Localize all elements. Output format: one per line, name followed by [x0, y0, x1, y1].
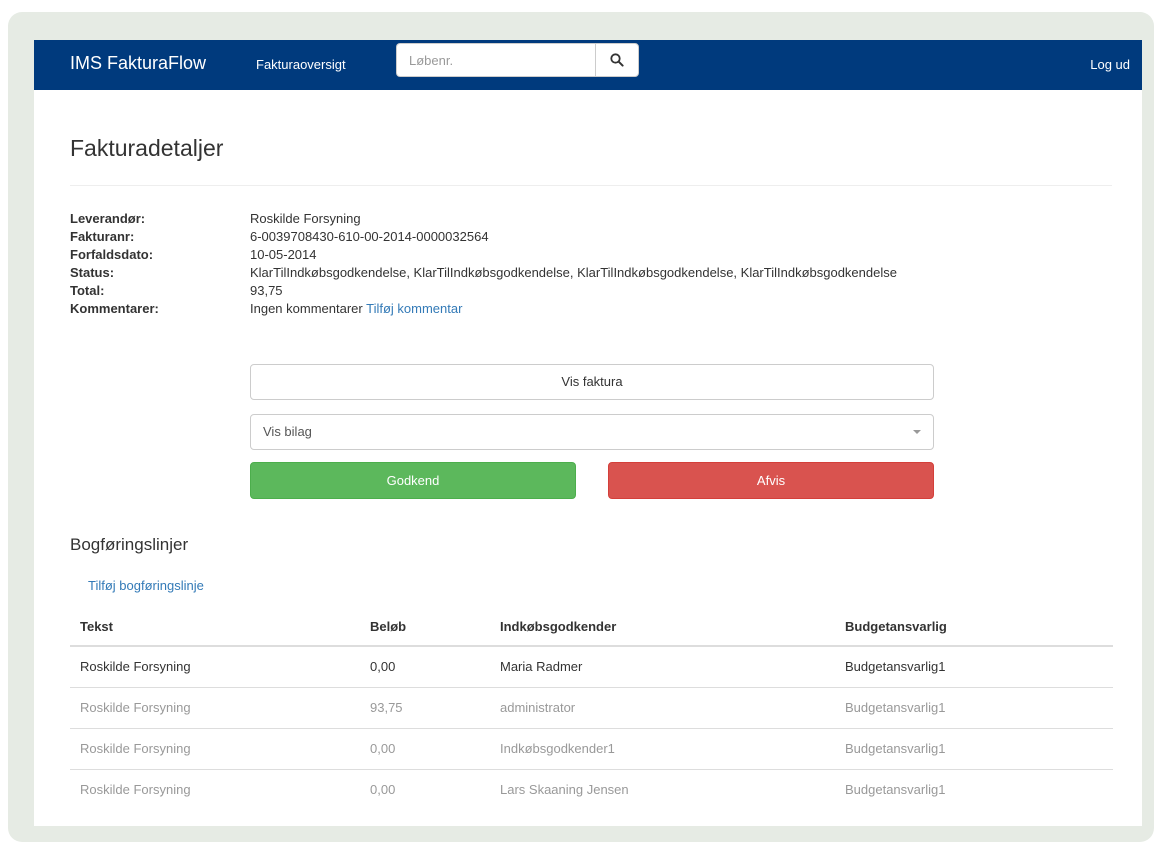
search-icon	[610, 53, 624, 67]
cell-amount: 0,00	[360, 728, 490, 770]
cell-budget-owner: Budgetansvarlig1	[845, 782, 946, 798]
supplier-label: Leverandør:	[70, 211, 146, 226]
add-posting-line-link[interactable]: Tilføj bogføringslinje	[88, 577, 204, 595]
column-header-amount: Beløb	[360, 607, 490, 647]
cell-purchase-approver: Maria Radmer	[490, 646, 835, 688]
add-comment-link[interactable]: Tilføj kommentar	[366, 301, 462, 316]
cell-amount: 93,75	[360, 687, 490, 729]
table-row[interactable]: Roskilde Forsyning 0,00 Lars Skaaning Je…	[70, 769, 1113, 810]
posting-lines-title: Bogføringslinjer	[70, 535, 189, 554]
reject-button[interactable]: Afvis	[608, 462, 934, 499]
cell-purchase-approver: Lars Skaaning Jensen	[500, 782, 629, 798]
invoice-no-label: Fakturanr:	[70, 229, 135, 244]
cell-text: Roskilde Forsyning	[70, 687, 360, 729]
search-button[interactable]	[595, 43, 639, 77]
column-header-purchase-approver: Indkøbsgodkender	[490, 607, 835, 647]
supplier-value: Roskilde Forsyning	[250, 211, 361, 226]
total-value: 93,75	[250, 283, 283, 298]
cell-text: Roskilde Forsyning	[70, 646, 360, 688]
due-date-value: 10-05-2014	[250, 247, 317, 262]
attachments-select-value: Vis bilag	[263, 424, 312, 439]
table-row[interactable]: Roskilde Forsyning 0,00 Maria Radmer Bud…	[70, 646, 1113, 688]
cell-amount: 0,00	[370, 782, 396, 798]
cell-budget-owner: Budgetansvarlig1	[835, 646, 1113, 688]
attachments-select[interactable]: Vis bilag	[250, 414, 934, 450]
cell-budget-owner: Budgetansvarlig1	[835, 728, 1113, 770]
page-title: Fakturadetaljer	[70, 135, 224, 161]
cell-text: Roskilde Forsyning	[80, 782, 191, 798]
status-value: KlarTilIndkøbsgodkendelse, KlarTilIndkøb…	[250, 265, 897, 280]
nav-link-invoice-overview[interactable]: Fakturaoversigt	[256, 56, 346, 74]
table-row[interactable]: Roskilde Forsyning 93,75 administrator B…	[70, 687, 1113, 729]
total-label: Total:	[70, 283, 105, 298]
comments-label: Kommentarer:	[70, 301, 159, 316]
column-header-text: Tekst	[70, 607, 360, 647]
comments-text: Ingen kommentarer	[250, 301, 363, 316]
approve-button[interactable]: Godkend	[250, 462, 576, 499]
table-header-row: Tekst Beløb Indkøbsgodkender Budgetansva…	[70, 607, 1113, 647]
search-input[interactable]	[396, 43, 596, 77]
brand-link[interactable]: IMS FakturaFlow	[70, 52, 206, 74]
view-invoice-button[interactable]: Vis faktura	[250, 364, 934, 400]
cell-amount: 0,00	[360, 646, 490, 688]
status-label: Status:	[70, 265, 115, 280]
comments-value: Ingen kommentarer Tilføj kommentar	[250, 300, 462, 318]
caret-down-icon	[913, 430, 921, 434]
logout-link[interactable]: Log ud	[1090, 56, 1130, 74]
navbar: IMS FakturaFlow Fakturaoversigt Log ud	[34, 40, 1142, 90]
cell-text: Roskilde Forsyning	[70, 728, 360, 770]
column-header-budget-owner: Budgetansvarlig	[835, 607, 1113, 647]
invoice-no-value: 6-0039708430-610-00-2014-0000032564	[250, 229, 489, 244]
title-divider	[70, 185, 1112, 186]
cell-purchase-approver: administrator	[490, 687, 835, 729]
posting-lines-table: Tekst Beløb Indkøbsgodkender Budgetansva…	[70, 607, 1113, 810]
table-row[interactable]: Roskilde Forsyning 0,00 Indkøbsgodkender…	[70, 728, 1113, 770]
due-date-label: Forfaldsdato:	[70, 247, 154, 262]
cell-purchase-approver: Indkøbsgodkender1	[490, 728, 835, 770]
app-window: IMS FakturaFlow Fakturaoversigt Log ud F…	[34, 40, 1142, 826]
cell-budget-owner: Budgetansvarlig1	[835, 687, 1113, 729]
